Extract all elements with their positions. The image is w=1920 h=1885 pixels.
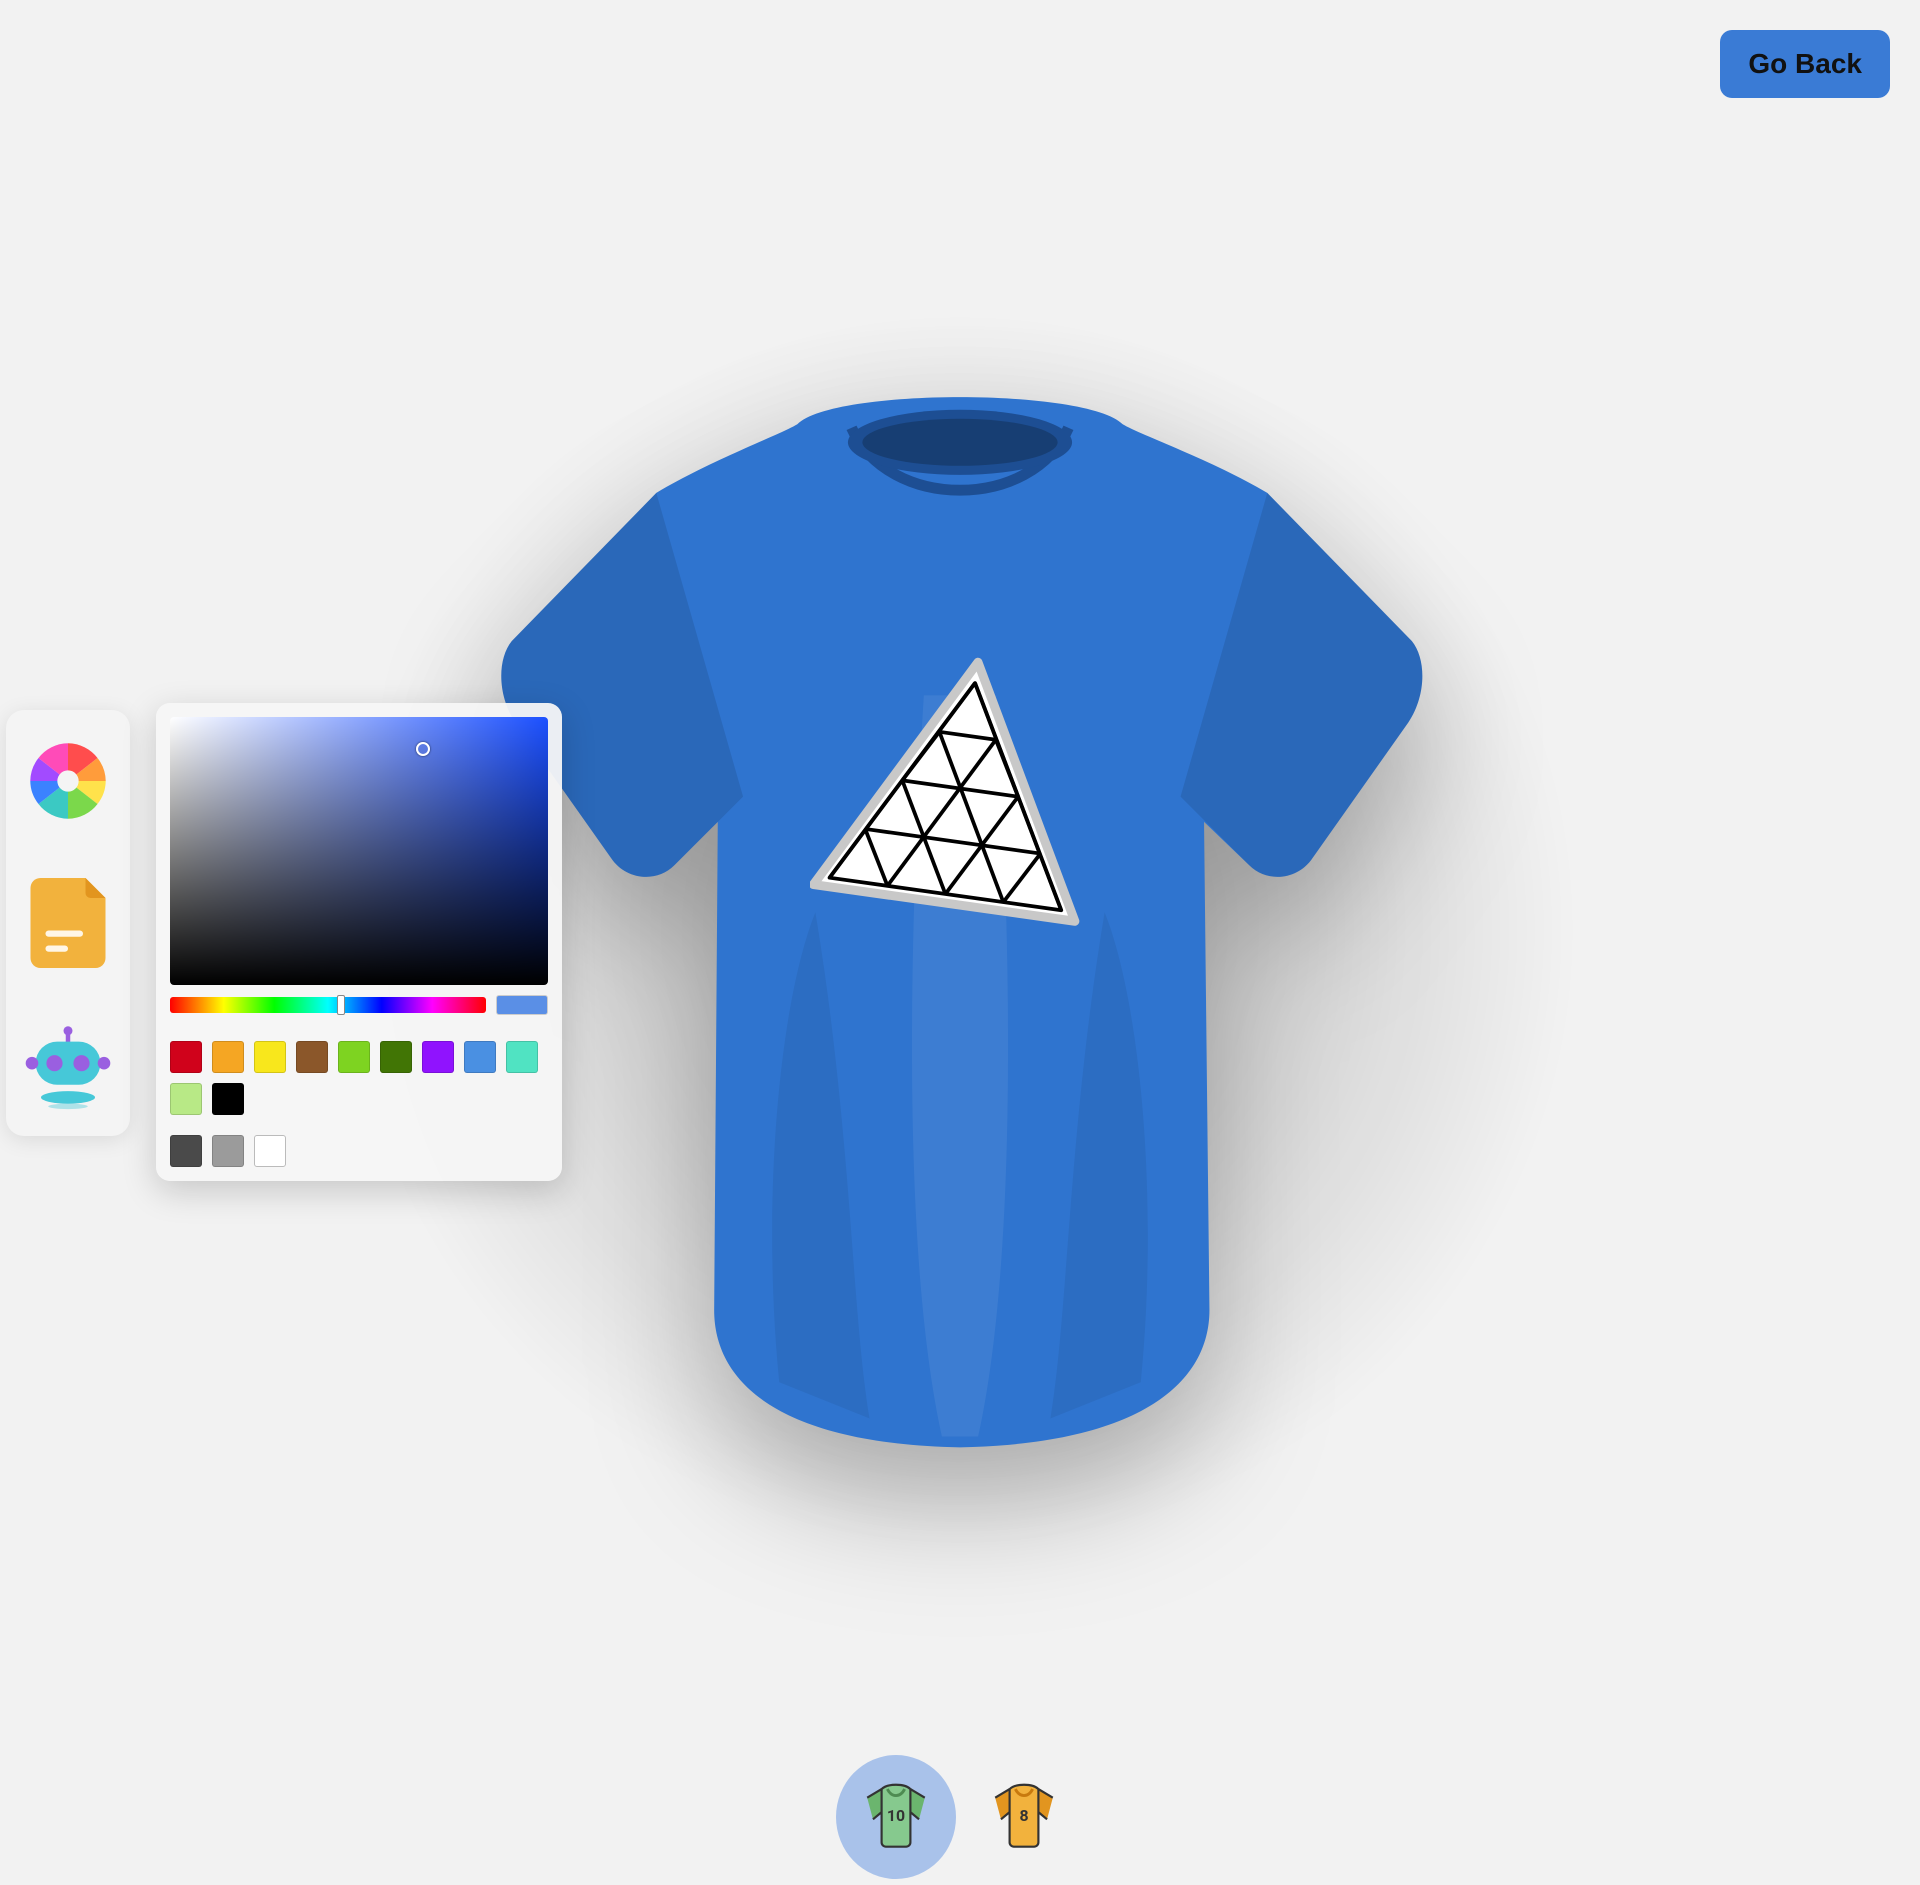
- variant-green-tee[interactable]: 10: [860, 1779, 932, 1855]
- saturation-value-field[interactable]: [170, 717, 548, 985]
- tshirt-mini-icon: 10: [860, 1779, 932, 1851]
- preset-swatch[interactable]: [338, 1041, 370, 1073]
- svg-text:10: 10: [887, 1806, 905, 1825]
- variant-orange-tee[interactable]: 8: [988, 1779, 1060, 1855]
- color-wheel-icon: [27, 740, 109, 822]
- preset-swatch[interactable]: [254, 1041, 286, 1073]
- variant-shelf: 10 8: [860, 1779, 1060, 1855]
- document-icon: [30, 878, 106, 968]
- notes-tool-button[interactable]: [23, 878, 113, 968]
- current-color-swatch: [496, 995, 548, 1015]
- preset-swatch[interactable]: [212, 1083, 244, 1115]
- preset-swatch[interactable]: [380, 1041, 412, 1073]
- ai-tool-button[interactable]: [23, 1020, 113, 1110]
- preset-swatch[interactable]: [170, 1083, 202, 1115]
- preset-swatch[interactable]: [212, 1135, 244, 1167]
- svg-text:8: 8: [1019, 1806, 1028, 1825]
- preset-swatch[interactable]: [170, 1041, 202, 1073]
- preset-swatch[interactable]: [170, 1135, 202, 1167]
- color-tool-button[interactable]: [23, 736, 113, 826]
- robot-icon: [23, 1018, 113, 1112]
- sv-cursor[interactable]: [416, 742, 430, 756]
- tshirt-preview[interactable]: [490, 370, 1430, 1459]
- preset-swatch[interactable]: [464, 1041, 496, 1073]
- go-back-button[interactable]: Go Back: [1720, 30, 1890, 98]
- preset-swatch[interactable]: [212, 1041, 244, 1073]
- hue-thumb[interactable]: [337, 995, 345, 1015]
- color-picker-panel: [156, 703, 562, 1181]
- preset-swatch[interactable]: [506, 1041, 538, 1073]
- preset-swatches: [170, 1041, 548, 1167]
- preset-swatch[interactable]: [296, 1041, 328, 1073]
- hue-slider[interactable]: [170, 997, 486, 1013]
- preset-swatch[interactable]: [422, 1041, 454, 1073]
- preset-swatch[interactable]: [254, 1135, 286, 1167]
- tshirt-mini-icon: 8: [988, 1779, 1060, 1851]
- tshirt-icon: [490, 370, 1430, 1455]
- left-toolbar: [6, 710, 130, 1136]
